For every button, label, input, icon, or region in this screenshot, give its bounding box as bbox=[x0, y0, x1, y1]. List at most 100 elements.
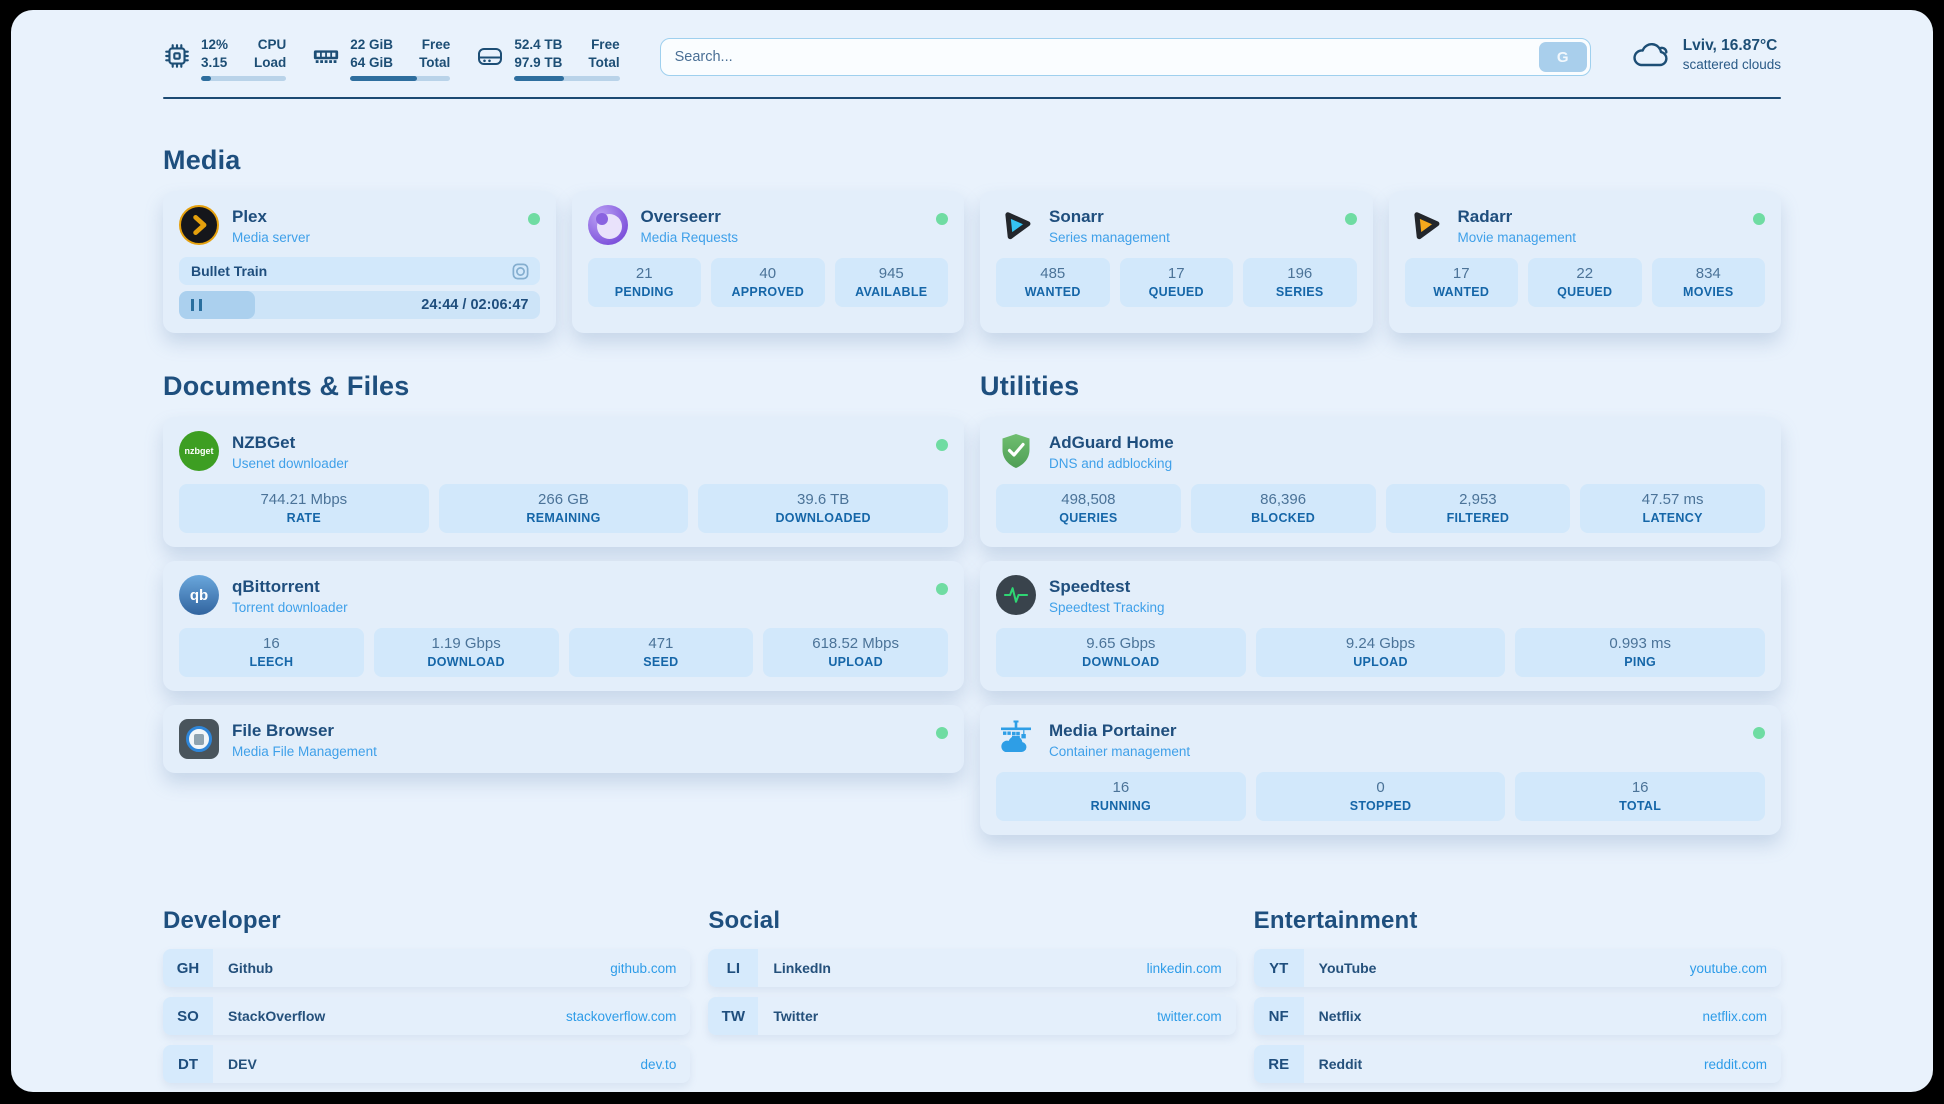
status-dot bbox=[936, 213, 948, 225]
stat-label: APPROVED bbox=[715, 285, 821, 299]
adguard-icon bbox=[996, 431, 1036, 471]
bookmark-dev[interactable]: DT DEV dev.to bbox=[163, 1045, 690, 1083]
stat-label: DOWNLOADED bbox=[702, 511, 944, 525]
bookmark-linkedin[interactable]: LI LinkedIn linkedin.com bbox=[708, 949, 1235, 987]
stat-label: LATENCY bbox=[1584, 511, 1761, 525]
section-heading-media: Media bbox=[163, 145, 1781, 176]
cpu-progress-bar bbox=[201, 76, 286, 81]
stat-value: 16 bbox=[1000, 779, 1242, 796]
radarr-icon bbox=[1405, 205, 1445, 245]
stat-value: 498,508 bbox=[1000, 491, 1177, 508]
weather-widget: Lviv, 16.87°C scattered clouds bbox=[1631, 37, 1781, 72]
stat-chip: 618.52 MbpsUPLOAD bbox=[763, 628, 948, 677]
bookmark-youtube[interactable]: YT YouTube youtube.com bbox=[1254, 949, 1781, 987]
stat-chip: 40APPROVED bbox=[711, 258, 825, 307]
stat-label: REMAINING bbox=[443, 511, 685, 525]
ram-free-value: 22 GiB bbox=[350, 36, 393, 54]
stat-label: DOWNLOAD bbox=[1000, 655, 1242, 669]
stat-chip: 16RUNNING bbox=[996, 772, 1246, 821]
dashboard-panel: 12%3.15 CPULoad 22 GiB64 GiB bbox=[11, 10, 1933, 1092]
stat-chip: 16TOTAL bbox=[1515, 772, 1765, 821]
cpu-load-value: 3.15 bbox=[201, 54, 228, 72]
service-title: File Browser bbox=[232, 721, 377, 741]
header-divider bbox=[163, 97, 1781, 99]
service-title: Overseerr bbox=[641, 207, 739, 227]
ram-progress-fill bbox=[350, 76, 417, 81]
bookmark-url: reddit.com bbox=[1704, 1057, 1767, 1072]
stat-chip: 2,953FILTERED bbox=[1386, 484, 1571, 533]
playback-progress-fill bbox=[179, 291, 255, 319]
stat-value: 744.21 Mbps bbox=[183, 491, 425, 508]
stat-value: 0.993 ms bbox=[1519, 635, 1761, 652]
disk-icon bbox=[476, 42, 504, 70]
status-dot bbox=[1753, 213, 1765, 225]
bookmark-stackoverflow[interactable]: SO StackOverflow stackoverflow.com bbox=[163, 997, 690, 1035]
ram-stat: 22 GiB64 GiB FreeTotal bbox=[312, 36, 450, 81]
stat-chip: 471SEED bbox=[569, 628, 754, 677]
stat-label: DOWNLOAD bbox=[378, 655, 555, 669]
portainer-card[interactable]: Media Portainer Container management 16R… bbox=[980, 705, 1781, 835]
stat-chip: 196SERIES bbox=[1243, 258, 1357, 307]
search-bar: G bbox=[660, 38, 1591, 76]
stat-chip: 47.57 msLATENCY bbox=[1580, 484, 1765, 533]
bookmark-abbr: GH bbox=[163, 949, 213, 987]
filebrowser-card[interactable]: File Browser Media File Management bbox=[163, 705, 964, 773]
plex-card[interactable]: Plex Media server Bullet Train 24:44 / bbox=[163, 191, 556, 333]
service-title: qBittorrent bbox=[232, 577, 348, 597]
service-title: Sonarr bbox=[1049, 207, 1170, 227]
stat-chip: 498,508 QUERIES bbox=[996, 484, 1181, 533]
overseerr-card[interactable]: Overseerr Media Requests 21PENDING 40APP… bbox=[572, 191, 965, 333]
status-dot bbox=[528, 213, 540, 225]
stat-label: UPLOAD bbox=[767, 655, 944, 669]
bookmark-abbr: TW bbox=[708, 997, 758, 1035]
disk-label-top: Free bbox=[588, 36, 619, 54]
stat-value: 945 bbox=[839, 265, 945, 282]
pause-icon[interactable] bbox=[191, 299, 202, 311]
stat-label: WANTED bbox=[1000, 285, 1106, 299]
stat-value: 16 bbox=[183, 635, 360, 652]
service-subtitle: Usenet downloader bbox=[232, 456, 348, 471]
bookmark-twitter[interactable]: TW Twitter twitter.com bbox=[708, 997, 1235, 1035]
bookmark-reddit[interactable]: RE Reddit reddit.com bbox=[1254, 1045, 1781, 1083]
radarr-card[interactable]: Radarr Movie management 17WANTED 22QUEUE… bbox=[1389, 191, 1782, 333]
bookmark-abbr: LI bbox=[708, 949, 758, 987]
service-subtitle: Container management bbox=[1049, 744, 1190, 759]
nzbget-icon: nzbget bbox=[179, 431, 219, 471]
stat-chip: 86,396BLOCKED bbox=[1191, 484, 1376, 533]
bookmark-github[interactable]: GH Github github.com bbox=[163, 949, 690, 987]
bookmark-url: stackoverflow.com bbox=[566, 1009, 676, 1024]
speedtest-card[interactable]: Speedtest Speedtest Tracking 9.65 GbpsDO… bbox=[980, 561, 1781, 691]
search-provider-button[interactable]: G bbox=[1539, 42, 1587, 72]
stat-chip: 1.19 GbpsDOWNLOAD bbox=[374, 628, 559, 677]
nzbget-icon-label: nzbget bbox=[185, 446, 214, 456]
stat-label: QUERIES bbox=[1000, 511, 1177, 525]
nzbget-card[interactable]: nzbget NZBGet Usenet downloader 744.21 M… bbox=[163, 417, 964, 547]
service-title: Radarr bbox=[1458, 207, 1577, 227]
stat-label: UPLOAD bbox=[1260, 655, 1502, 669]
service-title: AdGuard Home bbox=[1049, 433, 1174, 453]
disk-stat: 52.4 TB97.9 TB FreeTotal bbox=[476, 36, 619, 81]
stat-chip: 945AVAILABLE bbox=[835, 258, 949, 307]
bookmark-abbr: YT bbox=[1254, 949, 1304, 987]
service-subtitle: Media File Management bbox=[232, 744, 377, 759]
bookmark-name: StackOverflow bbox=[228, 1008, 325, 1024]
weather-condition: scattered clouds bbox=[1683, 57, 1781, 72]
stat-chip: 16 LEECH bbox=[179, 628, 364, 677]
bookmark-abbr: SO bbox=[163, 997, 213, 1035]
qbittorrent-icon: qb bbox=[179, 575, 219, 615]
service-subtitle: Series management bbox=[1049, 230, 1170, 245]
stat-chip: 0.993 msPING bbox=[1515, 628, 1765, 677]
status-dot bbox=[936, 439, 948, 451]
portainer-icon bbox=[996, 719, 1036, 759]
ram-label-bottom: Total bbox=[419, 54, 450, 72]
bookmark-netflix[interactable]: NF Netflix netflix.com bbox=[1254, 997, 1781, 1035]
stat-value: 9.65 Gbps bbox=[1000, 635, 1242, 652]
sonarr-card[interactable]: Sonarr Series management 485WANTED 17QUE… bbox=[980, 191, 1373, 333]
stat-label: QUEUED bbox=[1124, 285, 1230, 299]
adguard-card[interactable]: AdGuard Home DNS and adblocking 498,508Q… bbox=[980, 417, 1781, 547]
playback-progress-bar[interactable]: 24:44 / 02:06:47 bbox=[179, 291, 540, 319]
qbittorrent-card[interactable]: qb qBittorrent Torrent downloader 16LEEC… bbox=[163, 561, 964, 691]
stat-label: LEECH bbox=[183, 655, 360, 669]
stat-value: 17 bbox=[1409, 265, 1515, 282]
search-input[interactable] bbox=[660, 38, 1591, 76]
